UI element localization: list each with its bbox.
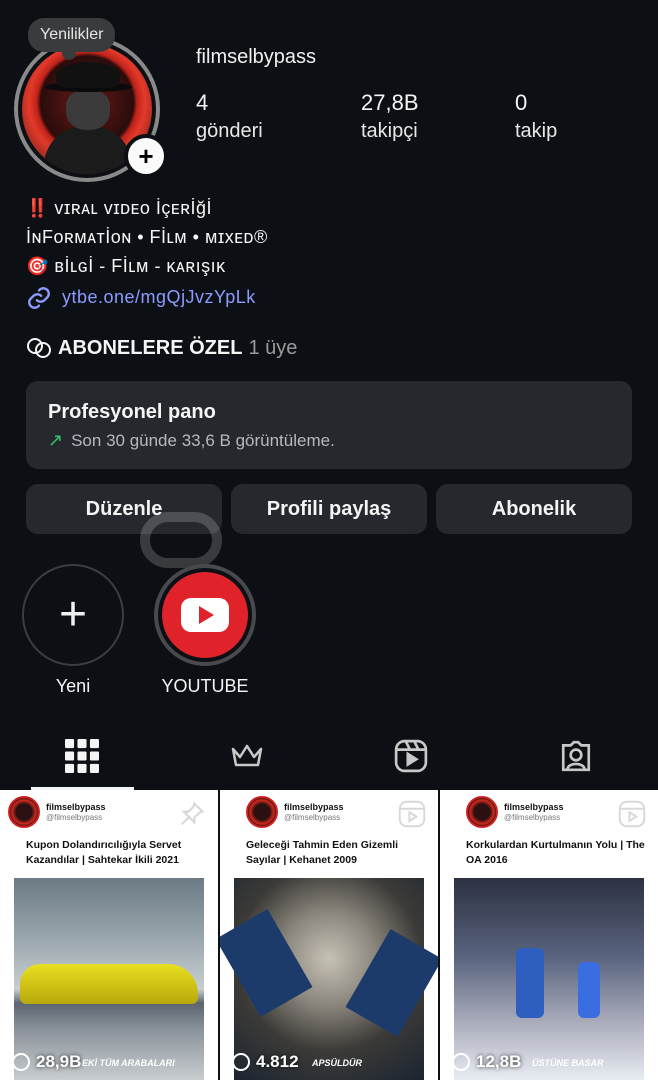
post-title: Kupon Dolandırıcılığıyla Servet Kazandıl…: [26, 839, 182, 866]
subscribers-label: ABONELERE ÖZEL: [58, 336, 243, 359]
stat-following-label: takip: [515, 120, 558, 142]
eye-icon: [12, 1053, 30, 1071]
avatar: [246, 796, 278, 828]
stat-following[interactable]: 0 takip: [515, 90, 557, 143]
profile-tabs: [0, 722, 658, 790]
bio-line-1: ‼️ ᴠɪʀᴀʟ ᴠɪᴅᴇᴏ İçᴇʀİğİ: [26, 198, 212, 218]
stat-followers-label: takipçi: [361, 120, 418, 142]
reels-icon: [618, 800, 646, 828]
highlight-youtube[interactable]: YOUTUBE: [154, 564, 256, 697]
post-caption: APSÜLDÜR: [312, 1058, 363, 1068]
view-count-value: 28,9B: [36, 1052, 82, 1071]
add-story-plus-icon[interactable]: +: [124, 134, 168, 178]
eye-icon: [452, 1053, 470, 1071]
tab-tagged[interactable]: [494, 722, 658, 790]
post-author: filmselbypass: [46, 801, 106, 812]
note-bubble[interactable]: Yenilikler: [28, 18, 116, 60]
post-author: filmselbypass: [284, 801, 344, 812]
plus-icon: +: [58, 588, 88, 641]
subscribers-row[interactable]: ABONELERE ÖZEL 1 üye: [26, 336, 297, 360]
view-count: 12,8B: [452, 1052, 521, 1072]
professional-dashboard[interactable]: Profesyonel pano ↗ Son 30 günde 33,6 B g…: [26, 381, 632, 469]
crown-icon: [231, 744, 262, 767]
stat-followers-value: 27,8B: [361, 90, 419, 115]
avatar: [466, 796, 498, 828]
post-caption: ÜSTÜNE BASAR: [532, 1058, 604, 1068]
pin-icon: [180, 801, 205, 826]
edit-profile-button[interactable]: Düzenle: [26, 484, 222, 534]
post-tile[interactable]: filmselbypass @filmselbypass Geleceği Ta…: [220, 790, 438, 1080]
highlight-label: Yeni: [55, 676, 91, 696]
stat-following-value: 0: [515, 90, 528, 115]
stat-posts-value: 4: [196, 90, 209, 115]
reels-icon: [398, 800, 426, 828]
post-handle: @filmselbypass: [504, 812, 561, 822]
share-profile-button[interactable]: Profili paylaş: [231, 484, 427, 534]
stat-posts-label: gönderi: [196, 120, 263, 142]
bio-line-2: İɴFᴏʀᴍᴀᴛİᴏɴ • Fİʟᴍ • ᴍɪxᴇᴅ®: [26, 227, 268, 247]
highlight-label: YOUTUBE: [161, 676, 249, 696]
dashboard-title: Profesyonel pano: [48, 401, 216, 423]
bio: ‼️ ᴠɪʀᴀʟ ᴠɪᴅᴇᴏ İçᴇʀİğİ İɴFᴏʀᴍᴀᴛİᴏɴ • Fİʟ…: [26, 194, 268, 312]
post-title: Korkulardan Kurtulmanın Yolu | The OA 20…: [466, 839, 645, 866]
bio-link[interactable]: ytbe.one/mgQjJvzYpLk: [26, 283, 268, 312]
post-thumbnail: [454, 878, 644, 1080]
avatar: [8, 796, 40, 828]
username: filmselbypass: [196, 46, 317, 68]
profile-avatar[interactable]: +: [14, 36, 168, 182]
dashboard-subtitle: Son 30 günde 33,6 B görüntüleme.: [71, 430, 335, 450]
story-highlights: + Yeni YOUTUBE: [22, 564, 256, 697]
subscribers-count: 1 üye: [248, 336, 298, 359]
post-author: filmselbypass: [504, 801, 564, 812]
tab-exclusive[interactable]: [165, 722, 330, 790]
tagged-icon: [561, 740, 590, 772]
view-count-value: 12,8B: [476, 1052, 522, 1071]
post-handle: @filmselbypass: [46, 812, 103, 822]
profile-actions: Düzenle Profili paylaş Abonelik: [26, 484, 632, 534]
tab-grid[interactable]: [0, 722, 165, 790]
view-count: 4.812: [232, 1052, 299, 1072]
youtube-logo-icon: [181, 598, 229, 632]
post-caption: EKİ TÜM ARABALARI: [82, 1058, 175, 1068]
bio-line-3: 🎯 ʙİʟɢİ - Fİʟᴍ - ᴋᴀʀışıᴋ: [26, 256, 226, 276]
post-thumbnail: [14, 878, 204, 1080]
stat-followers[interactable]: 27,8B takipçi: [361, 90, 419, 143]
grid-icon: [65, 739, 100, 773]
view-count-value: 4.812: [256, 1052, 299, 1071]
eye-icon: [232, 1053, 250, 1071]
subscription-button[interactable]: Abonelik: [436, 484, 632, 534]
posts-grid: filmselbypass @filmselbypass Kupon Dolan…: [0, 790, 658, 1080]
bio-link-text[interactable]: ytbe.one/mgQjJvzYpLk: [62, 283, 256, 312]
tab-reels[interactable]: [329, 722, 494, 790]
post-tile[interactable]: filmselbypass @filmselbypass Kupon Dolan…: [0, 790, 218, 1080]
subscribers-icon: [27, 338, 51, 358]
view-count: 28,9B: [12, 1052, 81, 1072]
post-thumbnail: [220, 878, 438, 1080]
link-icon: [28, 286, 50, 309]
stat-posts[interactable]: 4 gönderi: [196, 90, 263, 143]
post-title: Geleceği Tahmin Eden Gizemli Sayılar | K…: [246, 839, 399, 866]
reels-icon: [395, 739, 428, 773]
post-handle: @filmselbypass: [284, 812, 341, 822]
highlight-new[interactable]: + Yeni: [22, 564, 124, 697]
post-tile[interactable]: filmselbypass @filmselbypass Korkulardan…: [440, 790, 658, 1080]
trend-up-arrow-icon: ↗: [48, 430, 64, 450]
